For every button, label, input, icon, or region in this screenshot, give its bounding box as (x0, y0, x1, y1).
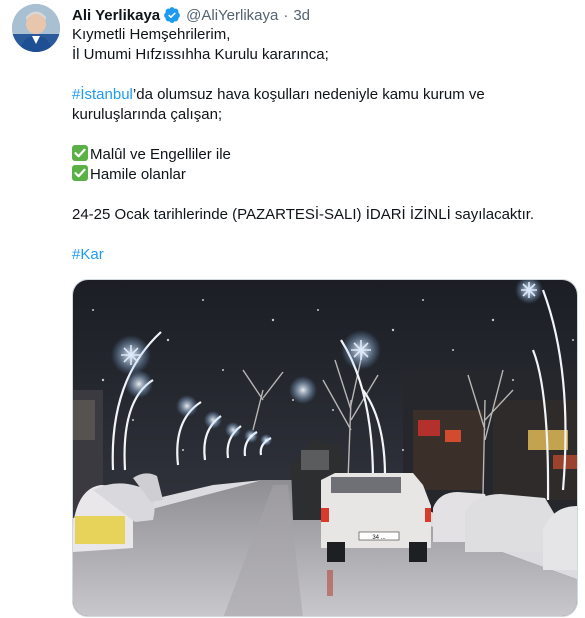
text-line-decision: İl Umumi Hıfzıssıhha Kurulu kararınca; (72, 46, 329, 63)
separator-dot: · (283, 6, 289, 24)
tweet-timestamp[interactable]: 3d (293, 7, 310, 24)
tweet-header: Ali Yerlikaya @AliYerlikaya · 3d (72, 5, 310, 25)
text-line-greeting: Kıymetli Hemşehrilerim, (72, 26, 231, 43)
verified-badge-icon (163, 6, 181, 24)
text-line-istanbul-rest: ’da olumsuz hava koşulları nedeniyle kam… (132, 86, 485, 103)
author-handle[interactable]: @AliYerlikaya (186, 7, 278, 24)
tweet[interactable]: Ali Yerlikaya @AliYerlikaya · 3d Kıymetl… (0, 0, 585, 618)
text-line-dates: 24-25 Ocak tarihlerinde (PAZARTESİ-SALI)… (72, 206, 535, 223)
snowy-street-night-image: 34 ... (73, 280, 577, 616)
hashtag-istanbul-link[interactable]: #İstanbul (72, 86, 133, 103)
avatar-image (12, 4, 60, 52)
tweet-photo[interactable]: 34 ... (72, 279, 578, 617)
text-line-disabled: Malûl ve Engelliler ile (72, 145, 572, 165)
tweet-text: Kıymetli Hemşehrilerim, İl Umumi Hıfzıss… (72, 25, 572, 265)
text-line-pregnant: Hamile olanlar (72, 165, 572, 185)
author-name[interactable]: Ali Yerlikaya (72, 7, 160, 24)
text-line-pregnant-label: Hamile olanlar (90, 166, 186, 183)
check-mark-icon (72, 165, 88, 181)
text-line-institutions: kuruluşlarında çalışan; (72, 106, 223, 123)
text-line-istanbul: #İstanbul’da olumsuz hava koşulları nede… (72, 85, 572, 105)
license-plate: 34 ... (372, 535, 386, 541)
text-line-kar: #Kar (72, 245, 572, 265)
hashtag-kar-link[interactable]: #Kar (72, 246, 104, 263)
text-line-disabled-label: Malûl ve Engelliler ile (90, 146, 231, 163)
check-mark-icon (72, 145, 88, 161)
avatar[interactable] (12, 4, 60, 52)
